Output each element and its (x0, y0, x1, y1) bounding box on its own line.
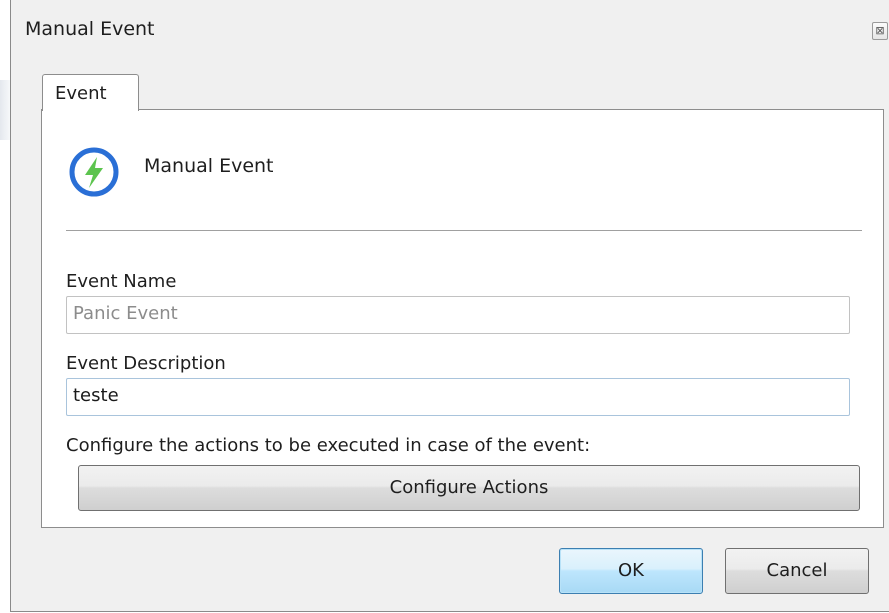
event-type-label: Manual Event (144, 155, 274, 177)
title-bar[interactable]: Manual Event ⊠ (11, 0, 889, 62)
event-tab-panel: Manual Event Event Name Panic Event Even… (41, 109, 884, 528)
tab-event-label: Event (55, 83, 107, 104)
divider (66, 230, 862, 231)
actions-hint: Configure the actions to be executed in … (66, 435, 591, 456)
tab-event[interactable]: Event (42, 74, 139, 111)
close-icon: ⊠ (875, 24, 885, 37)
ok-button[interactable]: OK (559, 548, 703, 594)
configure-actions-button[interactable]: Configure Actions (78, 465, 860, 511)
dialog-title: Manual Event (25, 18, 155, 40)
manual-event-dialog: Manual Event ⊠ Event Manual Event Event … (10, 0, 889, 612)
event-description-field[interactable]: teste (66, 378, 850, 416)
event-name-label: Event Name (66, 271, 177, 292)
lightning-bolt-icon (69, 147, 119, 197)
close-button[interactable]: ⊠ (872, 22, 888, 40)
event-description-label: Event Description (66, 353, 226, 374)
cancel-button[interactable]: Cancel (725, 548, 869, 594)
event-name-field[interactable]: Panic Event (66, 296, 850, 334)
